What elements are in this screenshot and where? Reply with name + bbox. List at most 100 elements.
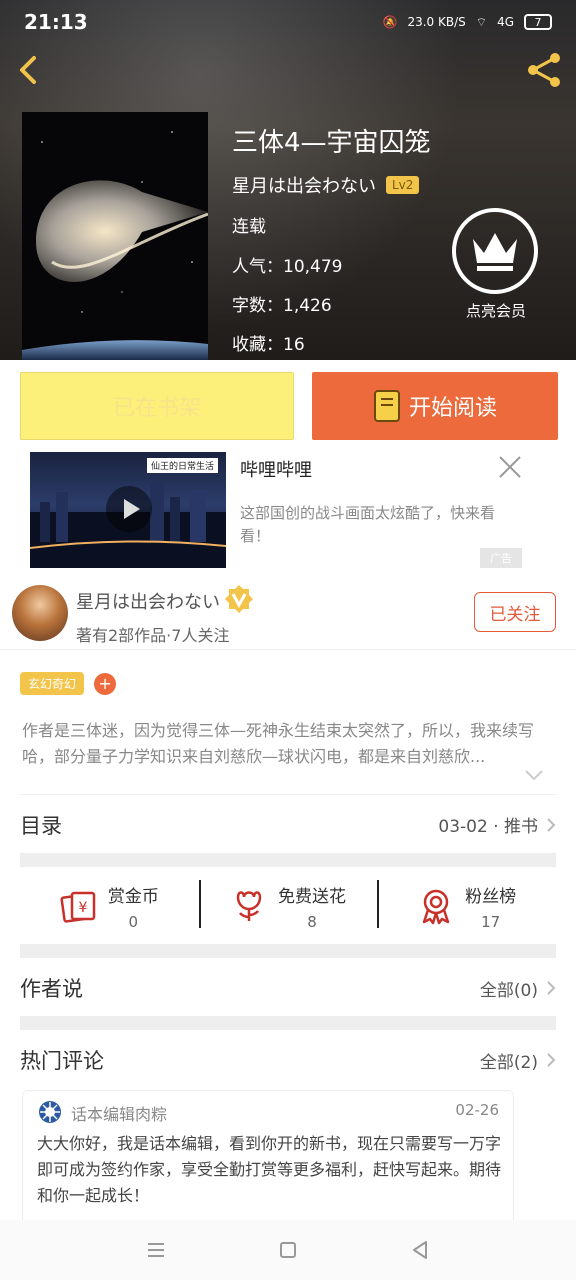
stat-label: 免费送花 xyxy=(278,886,346,907)
crown-icon xyxy=(473,233,517,271)
author-avatar[interactable] xyxy=(12,585,68,641)
stat-value: 8 xyxy=(307,912,317,931)
author-row[interactable]: 星月は出会わない 著有2部作品·7人关注 已关注 xyxy=(0,580,576,650)
words-value: 1,426 xyxy=(283,296,332,316)
home-square-icon[interactable] xyxy=(277,1239,299,1261)
chevron-right-icon xyxy=(547,981,556,995)
hot-comments-all-text: 全部(2) xyxy=(479,1052,538,1073)
share-button[interactable] xyxy=(524,50,564,90)
editor-avatar-icon xyxy=(39,1101,61,1123)
stat-reward-text: 赏金币 0 xyxy=(108,882,159,931)
comment-user[interactable]: 话本编辑肉粽 xyxy=(71,1101,167,1125)
book-detail-screen: 21:13 🔕 23.0 KB/S ⌔ 4G 7 三体4—宇宙囚笼 星月は出会わ… xyxy=(0,0,576,1280)
play-icon[interactable] xyxy=(106,486,152,532)
comment-text: 大大你好，我是话本编辑，看到你开的新书，现在只需要写一万字即可成为签约作家，享受… xyxy=(37,1134,502,1205)
book-intro[interactable]: 作者是三体迷，因为觉得三体—死神永生结束太突然了，所以，我来续写哈，部分量子力学… xyxy=(22,718,556,770)
book-cover[interactable] xyxy=(22,112,208,360)
section-divider xyxy=(20,1016,556,1030)
chevron-down-icon[interactable] xyxy=(524,768,544,782)
status-time: 21:13 xyxy=(24,10,88,34)
catalog-latest-text: 03-02 · 推书 xyxy=(438,817,538,837)
author-subtitle: 著有2部作品·7人关注 xyxy=(76,626,230,645)
stat-reward-coins[interactable]: ¥ 赏金币 0 xyxy=(20,868,199,944)
book-title: 三体4—宇宙囚笼 xyxy=(232,128,431,158)
book-popularity: 人气：10,479 xyxy=(232,252,342,277)
section-divider xyxy=(20,853,556,867)
favorites-value: 16 xyxy=(283,335,305,355)
stats-row: ¥ 赏金币 0 免费送花 8 粉丝榜 17 xyxy=(20,868,556,944)
wifi-icon: ⌔ xyxy=(475,14,488,29)
popularity-value: 10,479 xyxy=(283,257,343,277)
book-status: 连载 xyxy=(232,217,266,237)
mute-icon: 🔕 xyxy=(382,15,398,29)
start-reading-button[interactable]: 开始阅读 xyxy=(312,372,558,440)
network-type: 4G xyxy=(497,15,514,29)
ad-thumb-tag: 仙王的日常生活 xyxy=(146,458,218,473)
network-speed: 23.0 KB/S xyxy=(407,15,465,29)
book-favorites: 收藏：16 xyxy=(232,330,305,355)
tag-row: 玄幻奇幻 + xyxy=(20,672,117,695)
medal-icon xyxy=(422,889,450,925)
words-label: 字数： xyxy=(232,296,283,316)
stat-free-flowers[interactable]: 免费送花 8 xyxy=(198,868,378,944)
ad-description: 这部国创的战斗画面太炫酷了，快来看看！ xyxy=(240,504,496,545)
book-cover-image xyxy=(22,112,208,360)
author-level-badge: Lv2 xyxy=(386,176,420,194)
author-says-all-text: 全部(0) xyxy=(479,980,538,1001)
share-icon xyxy=(528,53,560,87)
stat-fan-text: 粉丝榜 17 xyxy=(465,882,516,931)
ad-close-button[interactable] xyxy=(498,452,522,487)
stat-value: 0 xyxy=(128,912,139,931)
author-name: 星月は出会わない xyxy=(76,592,220,613)
author-says-title: 作者说 xyxy=(20,977,83,1001)
hot-comments-row[interactable]: 热门评论 全部(2) xyxy=(20,1030,556,1090)
ad-video-thumbnail[interactable]: 仙王的日常生活 xyxy=(30,452,226,568)
ad-label: 广告 xyxy=(480,548,522,568)
vip-label: 点亮会员 xyxy=(465,302,526,320)
speed-value: 23.0 xyxy=(407,15,435,29)
add-tag-button[interactable]: + xyxy=(94,672,117,695)
stat-value: 17 xyxy=(481,912,501,931)
system-nav-bar xyxy=(0,1220,576,1280)
follow-button[interactable]: 已关注 xyxy=(474,592,556,632)
catalog-row[interactable]: 目录 03-02 · 推书 xyxy=(20,794,556,854)
battery-icon: 7 xyxy=(524,14,552,30)
stat-fan-ranking[interactable]: 粉丝榜 17 xyxy=(377,868,556,944)
status-icons: 🔕 23.0 KB/S ⌔ 4G 7 xyxy=(383,14,552,30)
comment-date: 02-26 xyxy=(455,1101,499,1119)
back-button[interactable] xyxy=(12,52,44,88)
start-reading-label: 开始阅读 xyxy=(408,396,497,421)
svg-text:¥: ¥ xyxy=(78,900,87,916)
verified-v-icon xyxy=(225,585,253,613)
ad-title: 哔哩哔哩 xyxy=(240,460,312,481)
section-divider xyxy=(20,944,556,958)
close-icon xyxy=(499,456,521,478)
vip-circle xyxy=(452,208,538,294)
hot-comments-all: 全部(2) xyxy=(480,1048,556,1073)
catalog-title: 目录 xyxy=(20,813,62,838)
chevron-right-icon xyxy=(547,1053,556,1067)
coin-envelope-icon: ¥ xyxy=(60,891,96,923)
vip-member-button[interactable]: 点亮会员 xyxy=(452,208,540,321)
favorites-label: 收藏： xyxy=(232,335,283,355)
in-shelf-button[interactable]: 已在书架 xyxy=(20,372,294,440)
author-says-all: 全部(0) xyxy=(480,976,556,1001)
stat-flower-text: 免费送花 8 xyxy=(278,882,346,931)
author-says-row[interactable]: 作者说 全部(0) xyxy=(20,958,556,1018)
ad-banner[interactable]: 仙王的日常生活 哔哩哔哩 这部国创的战斗画面太炫酷了，快来看看！ 广告 xyxy=(22,452,554,576)
chevron-right-icon xyxy=(547,817,556,832)
genre-tag[interactable]: 玄幻奇幻 xyxy=(20,672,85,695)
battery-level: 7 xyxy=(534,15,542,29)
popularity-label: 人气： xyxy=(232,257,283,277)
comment-card[interactable]: 话本编辑肉粽 02-26 大大你好，我是话本编辑，看到你开的新书，现在只需要写一… xyxy=(22,1090,514,1226)
book-author-name[interactable]: 星月は出会わない xyxy=(232,172,376,198)
flower-icon xyxy=(236,891,262,921)
book-icon xyxy=(373,390,400,422)
hot-comments-title: 热门评论 xyxy=(20,1049,104,1073)
catalog-latest: 03-02 · 推书 xyxy=(438,812,556,837)
menu-icon[interactable] xyxy=(145,1239,167,1261)
back-triangle-icon[interactable] xyxy=(409,1239,431,1261)
stat-label: 粉丝榜 xyxy=(465,886,517,907)
chevron-left-icon xyxy=(20,56,36,84)
stat-label: 赏金币 xyxy=(107,886,159,907)
